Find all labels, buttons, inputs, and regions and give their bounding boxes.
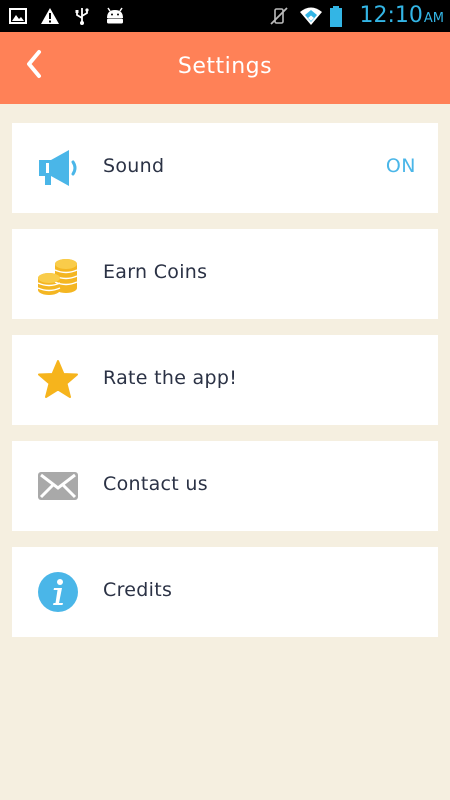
battery-icon: [329, 6, 349, 27]
image-icon: [8, 6, 28, 26]
status-bar-left: [8, 6, 124, 26]
star-icon: [36, 357, 80, 403]
megaphone-icon: [36, 145, 80, 191]
setting-label: Credits: [103, 579, 173, 601]
app-header: Settings: [0, 32, 450, 104]
setting-row-earn-coins[interactable]: Earn Coins: [12, 229, 438, 319]
status-bar-right: 12:10AM: [269, 3, 444, 29]
setting-row-sound[interactable]: Sound ON: [12, 123, 438, 213]
clock-ampm: AM: [423, 11, 444, 26]
setting-row-credits[interactable]: Credits: [12, 547, 438, 637]
usb-icon: [72, 6, 92, 26]
wifi-icon: [299, 6, 323, 26]
sound-toggle-value[interactable]: ON: [386, 155, 416, 177]
setting-row-rate-app[interactable]: Rate the app!: [12, 335, 438, 425]
setting-row-contact-us[interactable]: Contact us: [12, 441, 438, 531]
coins-icon: [36, 251, 80, 297]
clock-time: 12:10: [359, 3, 423, 28]
setting-label: Rate the app!: [103, 367, 238, 389]
setting-label: Contact us: [103, 473, 208, 495]
page-title: Settings: [177, 54, 273, 79]
envelope-icon: [36, 463, 80, 509]
vibrate-off-icon: [269, 6, 289, 26]
clock: 12:10AM: [359, 3, 444, 29]
info-icon: [36, 569, 80, 615]
setting-label: Sound: [103, 155, 165, 177]
android-icon: [104, 6, 124, 26]
warning-icon: [40, 6, 60, 26]
settings-list: Sound ON Earn Coins Rate the app! Contac…: [12, 123, 438, 653]
setting-label: Earn Coins: [103, 261, 208, 283]
status-bar: 12:10AM: [0, 0, 450, 32]
